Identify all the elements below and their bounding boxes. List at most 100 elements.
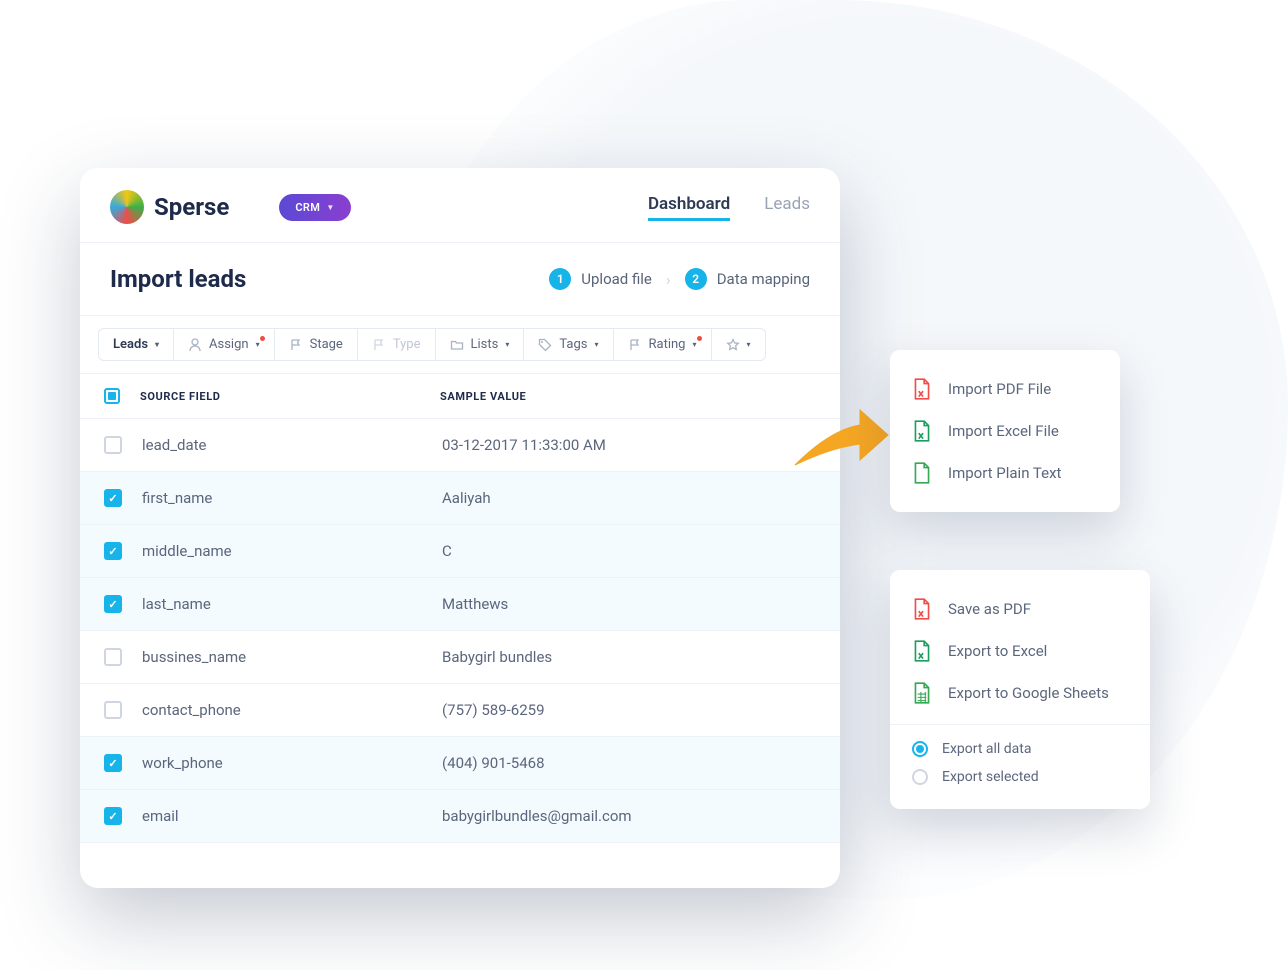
tags-label: Tags — [559, 337, 587, 352]
lists-button[interactable]: Lists ▾ — [435, 328, 525, 361]
import-menu-item[interactable]: Import PDF File — [890, 368, 1120, 410]
source-field: email — [142, 807, 442, 825]
row-checkbox[interactable]: ✓ — [104, 595, 122, 613]
tab-dashboard[interactable]: Dashboard — [648, 194, 730, 221]
column-header-source[interactable]: SOURCE FIELD — [140, 390, 440, 403]
row-checkbox[interactable] — [104, 436, 122, 454]
type-button[interactable]: Type — [357, 328, 436, 361]
toolbar: Leads ▾ Assign ▾ Stage Type — [80, 316, 840, 374]
sheets-file-icon — [912, 682, 932, 704]
table-row[interactable]: contact_phone (757) 589-6259 — [80, 684, 840, 737]
tab-leads[interactable]: Leads — [764, 194, 810, 221]
brand-logo-icon — [110, 190, 144, 224]
table-row[interactable]: ✓ last_name Matthews — [80, 578, 840, 631]
radio-icon — [912, 741, 928, 757]
step-data-mapping[interactable]: 2 Data mapping — [685, 268, 810, 290]
sub-header: Import leads 1 Upload file › 2 Data mapp… — [80, 243, 840, 316]
table-body: lead_date 03-12-2017 11:33:00 AM ✓ first… — [80, 419, 840, 843]
row-checkbox[interactable]: ✓ — [104, 807, 122, 825]
menu-divider — [890, 724, 1150, 725]
excel-file-icon — [912, 640, 932, 662]
export-menu-item[interactable]: Save as PDF — [890, 588, 1150, 630]
assign-button[interactable]: Assign ▾ — [173, 328, 275, 361]
caret-down-icon: ▼ — [326, 203, 334, 212]
brand-logo[interactable]: Sperse — [110, 190, 229, 224]
menu-item-label: Export to Google Sheets — [948, 684, 1109, 702]
sample-value: (757) 589-6259 — [442, 701, 816, 719]
lists-label: Lists — [471, 337, 499, 352]
stage-button[interactable]: Stage — [274, 328, 358, 361]
row-checkbox[interactable] — [104, 701, 122, 719]
user-icon — [188, 338, 202, 352]
arrow-icon — [790, 400, 890, 480]
source-field: last_name — [142, 595, 442, 613]
caret-down-icon: ▾ — [155, 340, 159, 349]
export-menu-item[interactable]: Export to Excel — [890, 630, 1150, 672]
step-upload-file[interactable]: 1 Upload file — [549, 268, 652, 290]
import-menu: Import PDF File Import Excel File Import… — [890, 350, 1120, 512]
select-all-checkbox[interactable] — [104, 388, 120, 404]
menu-item-label: Export to Excel — [948, 642, 1047, 660]
import-menu-item[interactable]: Import Excel File — [890, 410, 1120, 452]
menu-item-label: Import Excel File — [948, 422, 1059, 440]
leads-label: Leads — [113, 337, 148, 352]
tags-button[interactable]: Tags ▾ — [523, 328, 613, 361]
table-header: SOURCE FIELD SAMPLE VALUE — [80, 374, 840, 419]
page-title: Import leads — [110, 265, 246, 293]
step-number: 2 — [685, 268, 707, 290]
table-row[interactable]: ✓ first_name Aaliyah — [80, 472, 840, 525]
plain-file-icon — [912, 462, 932, 484]
export-radio-option[interactable]: Export selected — [890, 763, 1150, 791]
main-card: Sperse CRM ▼ Dashboard Leads Import lead… — [80, 168, 840, 888]
sample-value: 03-12-2017 11:33:00 AM — [442, 436, 816, 454]
table-row[interactable]: lead_date 03-12-2017 11:33:00 AM — [80, 419, 840, 472]
menu-item-label: Save as PDF — [948, 600, 1031, 618]
favorite-button[interactable]: ▾ — [711, 328, 766, 361]
pdf-file-icon — [912, 598, 932, 620]
table-row[interactable]: ✓ middle_name C — [80, 525, 840, 578]
pdf-file-icon — [912, 378, 932, 400]
excel-file-icon — [912, 420, 932, 442]
folder-icon — [450, 338, 464, 352]
radio-label: Export all data — [942, 741, 1032, 757]
sample-value: Babygirl bundles — [442, 648, 816, 666]
export-radio-option[interactable]: Export all data — [890, 735, 1150, 763]
leads-dropdown[interactable]: Leads ▾ — [98, 328, 174, 361]
brand-name: Sperse — [154, 193, 229, 221]
caret-down-icon: ▾ — [747, 340, 751, 349]
sample-value: Aaliyah — [442, 489, 816, 507]
column-header-sample[interactable]: SAMPLE VALUE — [440, 390, 816, 403]
row-checkbox[interactable]: ✓ — [104, 542, 122, 560]
header: Sperse CRM ▼ Dashboard Leads — [80, 168, 840, 243]
caret-down-icon: ▾ — [692, 340, 696, 349]
import-menu-item[interactable]: Import Plain Text — [890, 452, 1120, 494]
table-row[interactable]: bussines_name Babygirl bundles — [80, 631, 840, 684]
rating-label: Rating — [649, 337, 686, 352]
export-menu-item[interactable]: Export to Google Sheets — [890, 672, 1150, 714]
crm-selector[interactable]: CRM ▼ — [279, 194, 350, 221]
crm-label: CRM — [295, 201, 320, 214]
row-checkbox[interactable] — [104, 648, 122, 666]
table-row[interactable]: ✓ work_phone (404) 901-5468 — [80, 737, 840, 790]
caret-down-icon: ▾ — [594, 340, 598, 349]
source-field: first_name — [142, 489, 442, 507]
chevron-right-icon: › — [666, 270, 671, 289]
sample-value: Matthews — [442, 595, 816, 613]
star-icon — [726, 338, 740, 352]
table-row[interactable]: ✓ email babygirlbundles@gmail.com — [80, 790, 840, 843]
assign-label: Assign — [209, 337, 249, 352]
flag-icon — [289, 338, 303, 352]
export-menu: Save as PDF Export to Excel Export to Go… — [890, 570, 1150, 809]
notification-dot-icon — [697, 336, 702, 341]
sample-value: babygirlbundles@gmail.com — [442, 807, 816, 825]
sample-value: C — [442, 542, 816, 560]
row-checkbox[interactable]: ✓ — [104, 489, 122, 507]
rating-button[interactable]: Rating ▾ — [613, 328, 712, 361]
menu-item-label: Import Plain Text — [948, 464, 1061, 482]
source-field: work_phone — [142, 754, 442, 772]
step-indicator: 1 Upload file › 2 Data mapping — [549, 268, 810, 290]
step-number: 1 — [549, 268, 571, 290]
source-field: contact_phone — [142, 701, 442, 719]
row-checkbox[interactable]: ✓ — [104, 754, 122, 772]
flag-icon — [372, 338, 386, 352]
